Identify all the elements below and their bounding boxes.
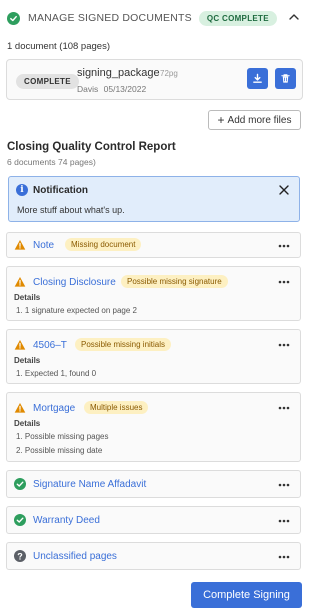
package-meta: Davis 05/13/2022 xyxy=(77,84,146,94)
qc-item-label[interactable]: Unclassified pages xyxy=(33,551,117,562)
section-title: MANAGE SIGNED DOCUMENTS xyxy=(28,12,192,24)
warning-icon xyxy=(14,340,26,350)
download-button[interactable] xyxy=(247,68,268,89)
more-options-icon[interactable] xyxy=(278,343,290,347)
qc-issue-badge: Possible missing signature xyxy=(121,275,228,288)
qc-item-row[interactable]: Signature Name Affadavit xyxy=(6,470,301,498)
warning-icon xyxy=(14,403,26,413)
chevron-up-icon[interactable] xyxy=(288,11,300,23)
package-name: signing_package xyxy=(77,67,160,79)
more-options-icon[interactable] xyxy=(278,406,290,410)
qc-item-row[interactable]: Warranty Deed xyxy=(6,506,301,534)
package-date: 05/13/2022 xyxy=(103,84,147,94)
qc-issue-badge: Multiple issues xyxy=(84,401,149,414)
add-more-files-button[interactable]: + Add more files xyxy=(208,110,301,130)
report-title: Closing Quality Control Report xyxy=(7,141,176,153)
report-subtitle: 6 documents 74 pages) xyxy=(7,157,96,167)
more-options-icon[interactable] xyxy=(278,519,290,523)
details-heading: Details xyxy=(14,356,41,365)
notification-banner: i Notification More stuff about what's u… xyxy=(8,176,300,222)
qc-status-badge: QC COMPLETE xyxy=(198,10,277,26)
qc-item-row[interactable]: Mortgage Multiple issues Details 1. Poss… xyxy=(6,392,301,462)
package-status-badge: COMPLETE xyxy=(16,74,79,89)
details-item: 2. Possible missing date xyxy=(16,446,103,455)
package-signer: Davis xyxy=(77,84,99,94)
check-circle-icon xyxy=(14,514,26,526)
package-page-count: 72pg xyxy=(160,69,178,78)
qc-issue-badge: Possible missing initials xyxy=(75,338,172,351)
info-icon: i xyxy=(16,184,28,196)
qc-item-row[interactable]: Note Missing document xyxy=(6,232,301,258)
more-options-icon[interactable] xyxy=(278,280,290,284)
complete-signing-button[interactable]: Complete Signing xyxy=(191,582,302,608)
add-more-files-label: Add more files xyxy=(227,114,292,126)
warning-icon xyxy=(14,240,26,250)
details-item: 1. 1 signature expected on page 2 xyxy=(16,306,137,315)
notification-title: Notification xyxy=(33,185,88,196)
question-circle-icon xyxy=(14,550,26,562)
qc-item-label[interactable]: Note xyxy=(33,240,54,251)
more-options-icon[interactable] xyxy=(278,555,290,559)
section-header[interactable]: MANAGE SIGNED DOCUMENTS QC COMPLETE xyxy=(0,0,308,36)
qc-item-label[interactable]: Closing Disclosure xyxy=(33,277,116,288)
warning-icon xyxy=(14,277,26,287)
download-icon xyxy=(253,73,262,83)
details-heading: Details xyxy=(14,293,41,302)
document-count: 1 document (108 pages) xyxy=(7,41,110,52)
package-card: COMPLETE signing_package 72pg Davis 05/1… xyxy=(6,59,303,100)
qc-item-row[interactable]: 4506–T Possible missing initials Details… xyxy=(6,329,301,384)
delete-button[interactable] xyxy=(275,68,296,89)
close-icon[interactable] xyxy=(278,184,290,196)
notification-message: More stuff about what's up. xyxy=(17,205,125,215)
check-circle-icon xyxy=(14,478,26,490)
more-options-icon[interactable] xyxy=(278,244,290,248)
qc-item-label[interactable]: 4506–T xyxy=(33,340,67,351)
details-item: 1. Expected 1, found 0 xyxy=(16,369,97,378)
details-heading: Details xyxy=(14,419,41,428)
qc-item-label[interactable]: Warranty Deed xyxy=(33,515,100,526)
trash-icon xyxy=(281,74,290,83)
details-item: 1. Possible missing pages xyxy=(16,432,109,441)
qc-issue-badge: Missing document xyxy=(65,238,142,251)
more-options-icon[interactable] xyxy=(278,483,290,487)
qc-item-label[interactable]: Mortgage xyxy=(33,403,75,414)
plus-icon: + xyxy=(217,113,225,127)
qc-item-label[interactable]: Signature Name Affadavit xyxy=(33,479,146,490)
qc-item-row[interactable]: Unclassified pages xyxy=(6,542,301,570)
check-circle-icon xyxy=(7,11,20,25)
qc-item-row[interactable]: Closing Disclosure Possible missing sign… xyxy=(6,266,301,321)
